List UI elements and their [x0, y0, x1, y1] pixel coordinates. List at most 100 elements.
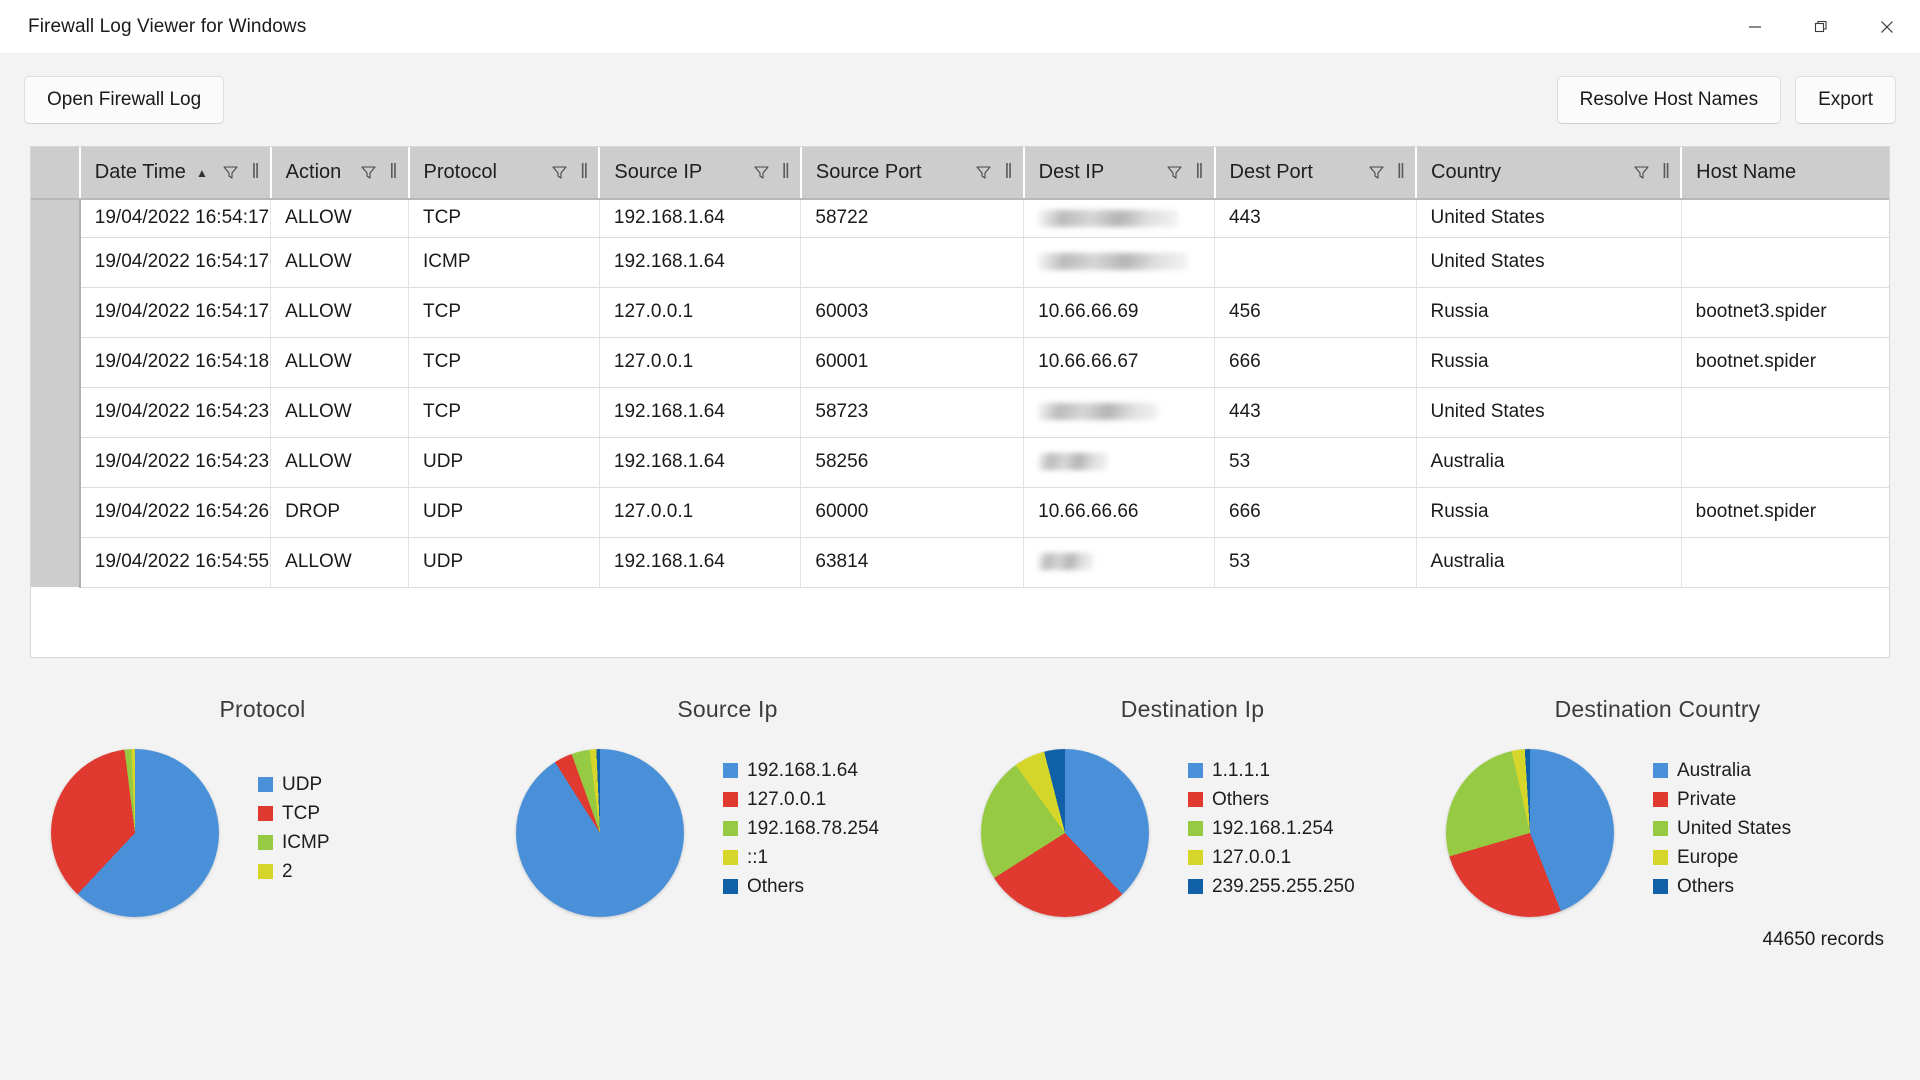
cell-protocol[interactable]: UDP [408, 437, 600, 488]
pie-chart[interactable] [981, 749, 1149, 917]
filter-icon[interactable] [1368, 164, 1385, 181]
cell-protocol[interactable]: TCP [408, 337, 600, 388]
cell-dest-ip[interactable] [1023, 199, 1216, 238]
cell-dest-port[interactable]: 53 [1214, 437, 1417, 488]
cell-source-port[interactable]: 63814 [800, 537, 1025, 588]
column-header-source-port[interactable]: Source Port ‖ [800, 147, 1025, 200]
cell-dest-port[interactable]: 666 [1214, 337, 1417, 388]
cell-protocol[interactable]: ICMP [408, 237, 600, 288]
filter-icon[interactable] [975, 164, 992, 181]
cell-host-name[interactable] [1681, 387, 1889, 438]
row-selector-cell[interactable] [31, 337, 81, 387]
cell-country[interactable]: United States [1416, 387, 1682, 438]
cell-source-ip[interactable]: 192.168.1.64 [599, 387, 802, 438]
column-resize-grip[interactable]: ‖ [251, 161, 259, 184]
column-resize-grip[interactable]: ‖ [580, 161, 588, 184]
cell-source-port[interactable]: 58722 [800, 199, 1025, 238]
cell-source-ip[interactable]: 192.168.1.64 [599, 199, 802, 238]
cell-country[interactable]: Russia [1416, 487, 1682, 538]
cell-source-ip[interactable]: 127.0.0.1 [599, 337, 802, 388]
cell-source-ip[interactable]: 192.168.1.64 [599, 437, 802, 488]
cell-country[interactable]: Russia [1416, 287, 1682, 338]
cell-date-time[interactable]: 19/04/2022 16:54:17 [79, 237, 272, 288]
cell-dest-port[interactable]: 443 [1214, 199, 1417, 238]
cell-date-time[interactable]: 19/04/2022 16:54:23 [79, 437, 272, 488]
cell-dest-port[interactable]: 456 [1214, 287, 1417, 338]
table-row[interactable]: 19/04/2022 16:54:55 ALLOW UDP 192.168.1.64 6… [31, 537, 1889, 588]
export-button[interactable]: Export [1795, 76, 1896, 124]
cell-protocol[interactable]: UDP [408, 487, 600, 538]
resolve-host-names-button[interactable]: Resolve Host Names [1556, 76, 1782, 124]
minimize-button[interactable] [1722, 0, 1788, 54]
cell-action[interactable]: ALLOW [270, 537, 410, 588]
cell-protocol[interactable]: TCP [408, 387, 600, 438]
cell-source-ip[interactable]: 192.168.1.64 [599, 237, 802, 288]
column-resize-grip[interactable]: ‖ [1195, 161, 1203, 184]
filter-icon[interactable] [1633, 164, 1650, 181]
table-row[interactable]: 19/04/2022 16:54:26 DROP UDP 127.0.0.1 60000… [31, 487, 1889, 538]
firewall-log-table[interactable]: Date Time ▲ ‖ Action ‖ Protocol ‖ Source IP ‖ Sou… [30, 146, 1890, 658]
filter-icon[interactable] [1166, 164, 1183, 181]
cell-host-name[interactable] [1681, 237, 1889, 288]
pie-chart[interactable] [51, 749, 219, 917]
row-selector-cell[interactable] [31, 237, 81, 287]
cell-source-port[interactable]: 58723 [800, 387, 1025, 438]
cell-action[interactable]: ALLOW [270, 199, 410, 238]
cell-source-port[interactable]: 60001 [800, 337, 1025, 388]
row-selector-cell[interactable] [31, 437, 81, 487]
column-header-host-name[interactable]: Host Name‖ [1681, 147, 1889, 200]
cell-date-time[interactable]: 19/04/2022 16:54:18 [79, 337, 272, 388]
cell-source-ip[interactable]: 192.168.1.64 [599, 537, 802, 588]
cell-dest-ip[interactable] [1023, 437, 1216, 488]
table-row[interactable]: 19/04/2022 16:54:17 ALLOW TCP 127.0.0.1 6000… [31, 287, 1889, 338]
row-selector-cell[interactable] [31, 287, 81, 337]
cell-date-time[interactable]: 19/04/2022 16:54:26 [79, 487, 272, 538]
table-row[interactable]: 19/04/2022 16:54:23 ALLOW TCP 192.168.1.64 5… [31, 387, 1889, 438]
cell-host-name[interactable]: bootnet.spider [1681, 337, 1889, 388]
cell-country[interactable]: Russia [1416, 337, 1682, 388]
column-header-action[interactable]: Action ‖ [270, 147, 410, 200]
column-resize-grip[interactable]: ‖ [1397, 161, 1405, 184]
cell-dest-port[interactable] [1214, 237, 1417, 288]
table-row[interactable]: 19/04/2022 16:54:17 ALLOW TCP 192.168.1.64 5… [31, 199, 1889, 238]
cell-action[interactable]: ALLOW [270, 287, 410, 338]
filter-icon[interactable] [551, 164, 568, 181]
cell-dest-ip[interactable]: 10.66.66.67 [1023, 337, 1216, 388]
cell-dest-ip[interactable]: 10.66.66.69 [1023, 287, 1216, 338]
cell-country[interactable]: Australia [1416, 437, 1682, 488]
cell-country[interactable]: United States [1416, 199, 1682, 238]
column-header-date-time[interactable]: Date Time ▲ ‖ [79, 147, 272, 200]
column-resize-grip[interactable]: ‖ [782, 161, 790, 184]
cell-host-name[interactable]: bootnet.spider [1681, 487, 1889, 538]
close-button[interactable] [1854, 0, 1920, 54]
cell-action[interactable]: ALLOW [270, 337, 410, 388]
cell-date-time[interactable]: 19/04/2022 16:54:23 [79, 387, 272, 438]
cell-dest-ip[interactable] [1023, 387, 1216, 438]
cell-date-time[interactable]: 19/04/2022 16:54:17 [79, 287, 272, 338]
filter-icon[interactable] [360, 164, 377, 181]
cell-dest-port[interactable]: 443 [1214, 387, 1417, 438]
cell-source-ip[interactable]: 127.0.0.1 [599, 287, 802, 338]
cell-protocol[interactable]: UDP [408, 537, 600, 588]
cell-protocol[interactable]: TCP [408, 199, 600, 238]
restore-button[interactable] [1788, 0, 1854, 54]
cell-dest-ip[interactable] [1023, 537, 1216, 588]
cell-dest-port[interactable]: 666 [1214, 487, 1417, 538]
filter-icon[interactable] [753, 164, 770, 181]
cell-source-port[interactable]: 58256 [800, 437, 1025, 488]
cell-source-port[interactable]: 60003 [800, 287, 1025, 338]
cell-host-name[interactable] [1681, 437, 1889, 488]
cell-action[interactable]: ALLOW [270, 437, 410, 488]
cell-country[interactable]: United States [1416, 237, 1682, 288]
open-firewall-log-button[interactable]: Open Firewall Log [24, 76, 225, 124]
row-selector-cell[interactable] [31, 387, 81, 437]
cell-source-ip[interactable]: 127.0.0.1 [599, 487, 802, 538]
cell-dest-ip[interactable]: 10.66.66.66 [1023, 487, 1216, 538]
pie-chart[interactable] [1446, 749, 1614, 917]
cell-dest-ip[interactable] [1023, 237, 1216, 288]
cell-source-port[interactable]: 60000 [800, 487, 1025, 538]
cell-date-time[interactable]: 19/04/2022 16:54:55 [79, 537, 272, 588]
column-resize-grip[interactable]: ‖ [1004, 161, 1012, 184]
table-row[interactable]: 19/04/2022 16:54:23 ALLOW UDP 192.168.1.64 5… [31, 437, 1889, 488]
table-row[interactable]: 19/04/2022 16:54:18 ALLOW TCP 127.0.0.1 6000… [31, 337, 1889, 388]
